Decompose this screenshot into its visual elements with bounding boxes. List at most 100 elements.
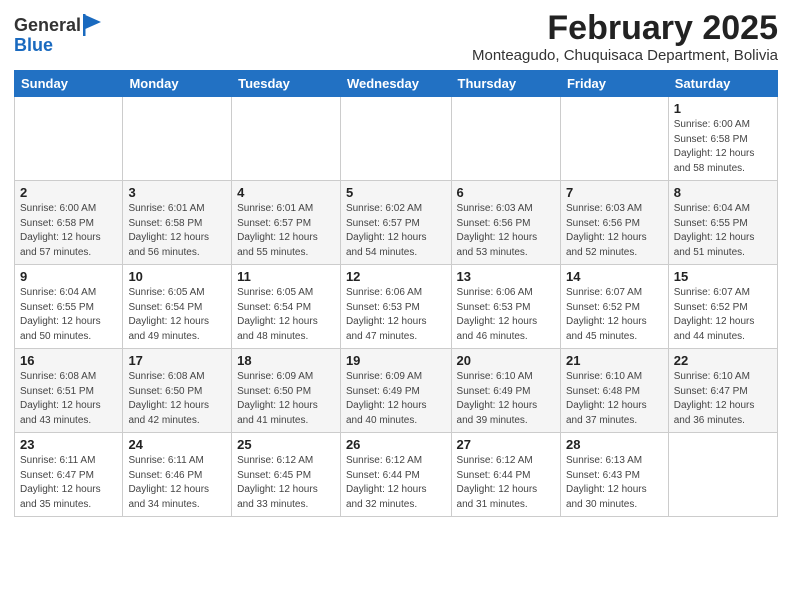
calendar-cell: 10 Sunrise: 6:05 AM Sunset: 6:54 PM Dayli…: [123, 265, 232, 349]
day-header-thursday: Thursday: [451, 71, 560, 97]
calendar-cell: 25Sunrise: 6:12 AM Sunset: 6:45 PM Dayli…: [232, 433, 341, 517]
day-info: Sunrise: 6:10 AM Sunset: 6:49 PM Dayligh…: [457, 370, 555, 428]
day-header-wednesday: Wednesday: [340, 71, 451, 97]
day-info: Sunrise: 6:03 AM Sunset: 6:56 PM Dayligh…: [457, 202, 555, 260]
day-number: 17: [128, 353, 226, 368]
day-header-friday: Friday: [560, 71, 668, 97]
day-number: 3: [128, 185, 226, 200]
calendar-cell: 28 Sunrise: 6:13 AM Sunset: 6:43 PM Dayli…: [560, 433, 668, 517]
day-info: Sunrise: 6:02 AM Sunset: 6:57 PM Dayligh…: [346, 202, 446, 260]
calendar-cell: 18 Sunrise: 6:09 AM Sunset: 6:50 PM Dayli…: [232, 349, 341, 433]
calendar-cell: 23 Sunrise: 6:11 AM Sunset: 6:47 PM Dayli…: [15, 433, 123, 517]
calendar-week-3: 9 Sunrise: 6:04 AM Sunset: 6:55 PM Daylig…: [15, 265, 778, 349]
calendar-cell: 11 Sunrise: 6:05 AM Sunset: 6:54 PM Dayli…: [232, 265, 341, 349]
calendar-week-2: 2 Sunrise: 6:00 AM Sunset: 6:58 PM Daylig…: [15, 181, 778, 265]
day-number: 27: [457, 437, 555, 452]
day-info: Sunrise: 6:08 AM Sunset: 6:50 PM Dayligh…: [128, 370, 226, 428]
calendar-header-row: SundayMondayTuesdayWednesdayThursdayFrid…: [15, 71, 778, 97]
calendar-cell: 5 Sunrise: 6:02 AM Sunset: 6:57 PM Daylig…: [340, 181, 451, 265]
day-info: Sunrise: 6:10 AM Sunset: 6:48 PM Dayligh…: [566, 370, 663, 428]
day-info: Sunrise: 6:00 AM Sunset: 6:58 PM Dayligh…: [20, 202, 117, 260]
logo: General Blue: [14, 16, 101, 56]
day-info: Sunrise: 6:00 AM Sunset: 6:58 PM Dayligh…: [674, 118, 772, 176]
day-number: 23: [20, 437, 117, 452]
day-number: 14: [566, 269, 663, 284]
calendar-week-4: 16Sunrise: 6:08 AM Sunset: 6:51 PM Dayli…: [15, 349, 778, 433]
calendar-cell: 8Sunrise: 6:04 AM Sunset: 6:55 PM Daylig…: [668, 181, 777, 265]
calendar-cell: 12Sunrise: 6:06 AM Sunset: 6:53 PM Dayli…: [340, 265, 451, 349]
day-info: Sunrise: 6:11 AM Sunset: 6:47 PM Dayligh…: [20, 454, 117, 512]
calendar-cell: 15 Sunrise: 6:07 AM Sunset: 6:52 PM Dayli…: [668, 265, 777, 349]
month-title: February 2025: [472, 10, 778, 47]
title-area: February 2025 Monteagudo, Chuquisaca Dep…: [472, 10, 778, 64]
day-number: 18: [237, 353, 335, 368]
logo-general: General: [14, 16, 81, 36]
day-info: Sunrise: 6:07 AM Sunset: 6:52 PM Dayligh…: [566, 286, 663, 344]
day-info: Sunrise: 6:01 AM Sunset: 6:58 PM Dayligh…: [128, 202, 226, 260]
day-info: Sunrise: 6:04 AM Sunset: 6:55 PM Dayligh…: [20, 286, 117, 344]
calendar-cell: [15, 97, 123, 181]
day-info: Sunrise: 6:09 AM Sunset: 6:50 PM Dayligh…: [237, 370, 335, 428]
day-number: 16: [20, 353, 117, 368]
day-number: 25: [237, 437, 335, 452]
day-info: Sunrise: 6:12 AM Sunset: 6:44 PM Dayligh…: [457, 454, 555, 512]
calendar-cell: 24 Sunrise: 6:11 AM Sunset: 6:46 PM Dayli…: [123, 433, 232, 517]
day-number: 9: [20, 269, 117, 284]
calendar-cell: 16Sunrise: 6:08 AM Sunset: 6:51 PM Dayli…: [15, 349, 123, 433]
calendar-week-1: 1 Sunrise: 6:00 AM Sunset: 6:58 PM Daylig…: [15, 97, 778, 181]
logo-icon: [83, 14, 101, 36]
day-number: 10: [128, 269, 226, 284]
header: General Blue February 2025 Monteagudo, C…: [14, 10, 778, 64]
day-info: Sunrise: 6:05 AM Sunset: 6:54 PM Dayligh…: [237, 286, 335, 344]
day-number: 11: [237, 269, 335, 284]
day-info: Sunrise: 6:01 AM Sunset: 6:57 PM Dayligh…: [237, 202, 335, 260]
day-number: 13: [457, 269, 555, 284]
day-number: 4: [237, 185, 335, 200]
day-info: Sunrise: 6:11 AM Sunset: 6:46 PM Dayligh…: [128, 454, 226, 512]
calendar-cell: 22 Sunrise: 6:10 AM Sunset: 6:47 PM Dayli…: [668, 349, 777, 433]
day-number: 1: [674, 101, 772, 116]
day-info: Sunrise: 6:05 AM Sunset: 6:54 PM Dayligh…: [128, 286, 226, 344]
day-number: 2: [20, 185, 117, 200]
calendar-cell: 4 Sunrise: 6:01 AM Sunset: 6:57 PM Daylig…: [232, 181, 341, 265]
day-number: 7: [566, 185, 663, 200]
day-number: 28: [566, 437, 663, 452]
day-header-sunday: Sunday: [15, 71, 123, 97]
calendar-table: SundayMondayTuesdayWednesdayThursdayFrid…: [14, 70, 778, 517]
calendar-cell: [232, 97, 341, 181]
day-info: Sunrise: 6:09 AM Sunset: 6:49 PM Dayligh…: [346, 370, 446, 428]
calendar-cell: 13Sunrise: 6:06 AM Sunset: 6:53 PM Dayli…: [451, 265, 560, 349]
day-header-monday: Monday: [123, 71, 232, 97]
subtitle: Monteagudo, Chuquisaca Department, Boliv…: [472, 47, 778, 64]
day-info: Sunrise: 6:06 AM Sunset: 6:53 PM Dayligh…: [346, 286, 446, 344]
day-number: 26: [346, 437, 446, 452]
calendar-cell: 14 Sunrise: 6:07 AM Sunset: 6:52 PM Dayli…: [560, 265, 668, 349]
calendar-cell: 27 Sunrise: 6:12 AM Sunset: 6:44 PM Dayli…: [451, 433, 560, 517]
day-info: Sunrise: 6:10 AM Sunset: 6:47 PM Dayligh…: [674, 370, 772, 428]
calendar-cell: 21Sunrise: 6:10 AM Sunset: 6:48 PM Dayli…: [560, 349, 668, 433]
logo-blue: Blue: [14, 35, 53, 55]
calendar-cell: [340, 97, 451, 181]
calendar-cell: [668, 433, 777, 517]
calendar-cell: 6 Sunrise: 6:03 AM Sunset: 6:56 PM Daylig…: [451, 181, 560, 265]
day-info: Sunrise: 6:07 AM Sunset: 6:52 PM Dayligh…: [674, 286, 772, 344]
calendar-cell: 19Sunrise: 6:09 AM Sunset: 6:49 PM Dayli…: [340, 349, 451, 433]
day-number: 5: [346, 185, 446, 200]
day-number: 24: [128, 437, 226, 452]
calendar-cell: 17 Sunrise: 6:08 AM Sunset: 6:50 PM Dayli…: [123, 349, 232, 433]
day-header-saturday: Saturday: [668, 71, 777, 97]
calendar-cell: 20 Sunrise: 6:10 AM Sunset: 6:49 PM Dayli…: [451, 349, 560, 433]
calendar-cell: 3 Sunrise: 6:01 AM Sunset: 6:58 PM Daylig…: [123, 181, 232, 265]
day-number: 15: [674, 269, 772, 284]
calendar-cell: 26 Sunrise: 6:12 AM Sunset: 6:44 PM Dayli…: [340, 433, 451, 517]
calendar-cell: [123, 97, 232, 181]
day-number: 20: [457, 353, 555, 368]
page: General Blue February 2025 Monteagudo, C…: [0, 0, 792, 531]
calendar-cell: [451, 97, 560, 181]
calendar-cell: 1 Sunrise: 6:00 AM Sunset: 6:58 PM Daylig…: [668, 97, 777, 181]
calendar-cell: 9 Sunrise: 6:04 AM Sunset: 6:55 PM Daylig…: [15, 265, 123, 349]
day-info: Sunrise: 6:13 AM Sunset: 6:43 PM Dayligh…: [566, 454, 663, 512]
day-info: Sunrise: 6:12 AM Sunset: 6:44 PM Dayligh…: [346, 454, 446, 512]
day-number: 6: [457, 185, 555, 200]
day-number: 22: [674, 353, 772, 368]
